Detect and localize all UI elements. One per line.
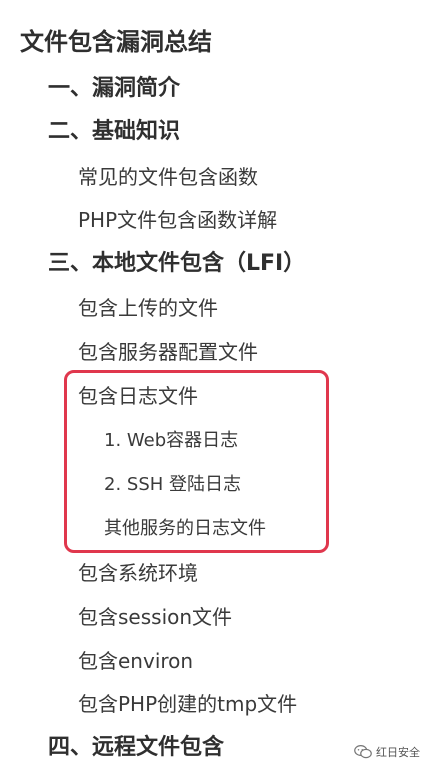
toc-item-php-include-functions[interactable]: PHP文件包含函数详解 (78, 210, 277, 230)
wechat-icon (354, 745, 372, 759)
watermark: 红日安全 (354, 744, 420, 760)
toc-section-2[interactable]: 二、基础知识 (48, 121, 180, 143)
toc-item-system-env[interactable]: 包含系统环境 (78, 563, 198, 583)
table-of-contents: 文件包含漏洞总结 一、漏洞简介 二、基础知识 常见的文件包含函数 PHP文件包含… (0, 0, 434, 772)
toc-section-4[interactable]: 四、远程文件包含 (48, 737, 224, 759)
toc-item-php-tmp-files[interactable]: 包含PHP创建的tmp文件 (78, 694, 297, 714)
toc-item-uploaded-files[interactable]: 包含上传的文件 (78, 298, 218, 318)
toc-subitem-ssh-logs[interactable]: 2. SSH 登陆日志 (104, 476, 241, 494)
toc-section-1[interactable]: 一、漏洞简介 (48, 78, 180, 100)
toc-title: 文件包含漏洞总结 (20, 28, 212, 56)
toc-item-server-config[interactable]: 包含服务器配置文件 (78, 342, 258, 362)
toc-item-environ[interactable]: 包含environ (78, 651, 193, 671)
watermark-text: 红日安全 (376, 746, 420, 759)
toc-subitem-web-logs[interactable]: 1. Web容器日志 (104, 432, 238, 450)
toc-subitem-other-logs[interactable]: 其他服务的日志文件 (104, 520, 266, 538)
toc-item-session-files[interactable]: 包含session文件 (78, 607, 232, 627)
toc-section-3[interactable]: 三、本地文件包含（LFI） (48, 253, 305, 275)
toc-item-common-include-functions[interactable]: 常见的文件包含函数 (78, 167, 258, 187)
toc-item-log-files[interactable]: 包含日志文件 (78, 386, 198, 406)
